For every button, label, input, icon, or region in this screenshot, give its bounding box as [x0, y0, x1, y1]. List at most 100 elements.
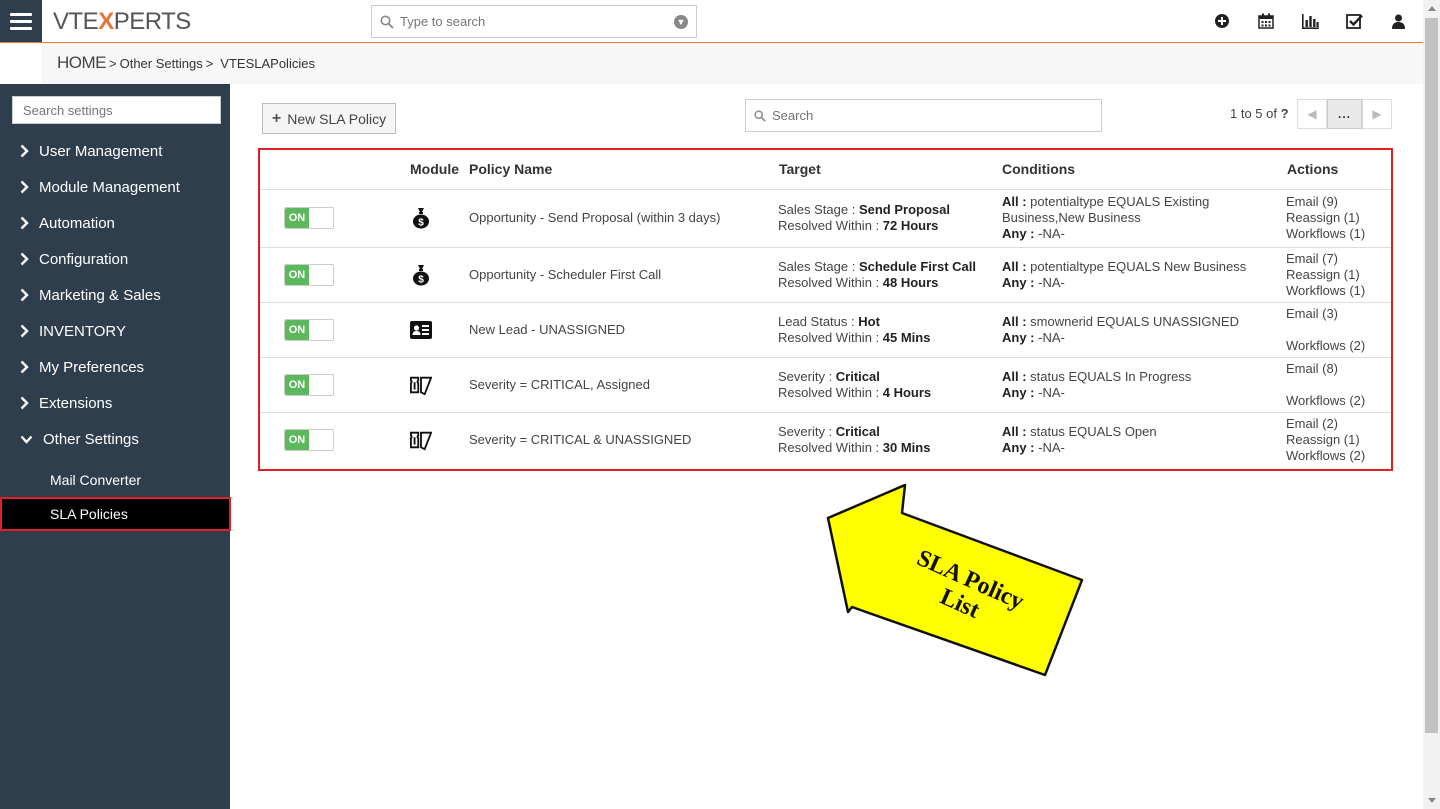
policy-target: Sales Stage : Schedule First Call Resolve…: [774, 247, 1000, 303]
sidebar-item-label: Marketing & Sales: [39, 286, 161, 304]
plus-icon: +: [271, 109, 282, 127]
page-jump-button[interactable]: ...: [1327, 99, 1362, 129]
status-toggle[interactable]: ON: [284, 373, 334, 396]
workflows-action-link[interactable]: Workflows (1): [1286, 283, 1391, 299]
chevron-right-icon: [20, 180, 30, 194]
sidebar-item-module-management[interactable]: Module Management: [0, 169, 230, 205]
settings-search-box[interactable]: [12, 96, 221, 124]
calendar-icon[interactable]: [1257, 12, 1275, 30]
sidebar-item-other-settings[interactable]: Other Settings: [0, 421, 230, 457]
policy-actions: Email (3) Workflows (2): [1282, 302, 1391, 358]
policy-target: Lead Status : Hot Resolved Within : 45 Mi…: [774, 302, 1000, 358]
sla-policy-list: Module Policy Name Target Conditions Act…: [258, 148, 1393, 471]
workflows-action-link[interactable]: Workflows (2): [1286, 393, 1391, 409]
email-action-link[interactable]: Email (7): [1286, 251, 1391, 267]
email-action-link[interactable]: Email (9): [1286, 194, 1391, 210]
checkbox-icon[interactable]: [1345, 12, 1363, 30]
sidebar-subitem-mail-converter[interactable]: Mail Converter: [0, 463, 230, 497]
hamburger-menu-icon[interactable]: [0, 0, 42, 42]
breadcrumb-home[interactable]: HOME: [57, 53, 107, 73]
chevron-right-icon: [20, 288, 30, 302]
table-row: ON New Lead - UNASSIGNED Lead Status : H…: [260, 302, 1391, 358]
sidebar-item-label: Configuration: [39, 250, 129, 268]
reassign-action-link[interactable]: Reassign (1): [1286, 432, 1391, 448]
search-icon: [380, 15, 394, 29]
column-header-module: Module: [410, 150, 469, 190]
sidebar-subitem-label: SLA Policies: [50, 506, 128, 522]
sidebar-item-label: Automation: [39, 214, 115, 232]
chevron-down-icon[interactable]: ▼: [674, 14, 688, 29]
new-sla-policy-button[interactable]: + New SLA Policy: [262, 103, 396, 134]
sidebar-item-label: Extensions: [39, 394, 113, 412]
policy-conditions: All : potentialtype EQUALS New Business A…: [1000, 247, 1282, 303]
status-toggle[interactable]: ON: [284, 428, 334, 451]
workflows-action-link[interactable]: Workflows (2): [1286, 448, 1391, 464]
list-search-box[interactable]: [745, 99, 1102, 132]
column-header-target: Target: [774, 150, 1000, 190]
workflows-action-link[interactable]: Workflows (2): [1286, 338, 1391, 354]
breadcrumb-separator: >: [109, 56, 117, 71]
sidebar-item-user-management[interactable]: User Management: [0, 133, 230, 169]
scrollbar-thumb[interactable]: [1425, 18, 1438, 733]
reassign-action-link[interactable]: Reassign (1): [1286, 210, 1391, 226]
sidebar-subitem-sla-policies[interactable]: SLA Policies: [0, 497, 231, 531]
list-search-input[interactable]: [772, 108, 1093, 123]
policy-target: Severity : Critical Resolved Within : 4 H…: [774, 357, 1000, 413]
table-row: ON $ Opportunity - Scheduler First Call …: [260, 247, 1391, 303]
table-row: ON $ Opportunity - Send Proposal (within…: [260, 189, 1391, 248]
money-bag-icon: $: [410, 264, 432, 286]
column-header-status: [260, 150, 410, 190]
callout-arrow: SLA Policy List: [826, 483, 1084, 677]
chevron-right-icon: [20, 360, 30, 374]
app-logo[interactable]: VTEXPERTS: [53, 8, 191, 36]
sidebar-item-automation[interactable]: Automation: [0, 205, 230, 241]
breadcrumb-bar: HOME > Other Settings > VTESLAPolicies: [0, 43, 1423, 84]
global-search-input[interactable]: [400, 14, 674, 29]
policy-conditions: All : smownerid EQUALS UNASSIGNED Any : -…: [1000, 302, 1282, 358]
sidebar-item-inventory[interactable]: INVENTORY: [0, 313, 230, 349]
chevron-down-icon: [20, 432, 34, 446]
status-toggle[interactable]: ON: [284, 207, 334, 229]
chart-icon[interactable]: [1301, 12, 1319, 30]
policy-name[interactable]: Severity = CRITICAL, Assigned: [469, 357, 774, 413]
top-navbar: VTEXPERTS ▼: [0, 0, 1423, 43]
policy-target: Sales Stage : Send Proposal Resolved With…: [774, 189, 1000, 248]
email-action-link[interactable]: Email (3): [1286, 306, 1391, 322]
policy-name[interactable]: New Lead - UNASSIGNED: [469, 302, 774, 358]
policy-actions: Email (7) Reassign (1) Workflows (1): [1282, 247, 1391, 303]
workflows-action-link[interactable]: Workflows (1): [1286, 226, 1391, 242]
status-toggle[interactable]: ON: [284, 318, 334, 341]
table-header-row: Module Policy Name Target Conditions Act…: [260, 150, 1391, 190]
policy-name[interactable]: Severity = CRITICAL & UNASSIGNED: [469, 412, 774, 467]
table-row: ON Severity = CRITICAL & UNASSIGNED Seve…: [260, 412, 1391, 467]
policy-actions: Email (8) Workflows (2): [1282, 357, 1391, 413]
policy-name[interactable]: Opportunity - Scheduler First Call: [469, 247, 774, 303]
breadcrumb-other-settings[interactable]: Other Settings: [120, 56, 203, 71]
email-action-link[interactable]: Email (2): [1286, 416, 1391, 432]
sidebar-item-my-preferences[interactable]: My Preferences: [0, 349, 230, 385]
global-search-box[interactable]: ▼: [371, 5, 697, 38]
plus-circle-icon[interactable]: [1213, 12, 1231, 30]
breadcrumb-current: VTESLAPolicies: [220, 56, 315, 71]
sidebar-item-label: Other Settings: [43, 430, 139, 448]
sidebar-item-label: Module Management: [39, 178, 180, 196]
search-icon: [754, 109, 766, 122]
policy-name[interactable]: Opportunity - Send Proposal (within 3 da…: [469, 189, 774, 248]
previous-page-icon[interactable]: ◀: [1297, 99, 1327, 129]
settings-search-input[interactable]: [23, 102, 210, 118]
scroll-up-icon[interactable]: [1423, 0, 1440, 17]
chevron-right-icon: [20, 252, 30, 266]
sidebar-item-configuration[interactable]: Configuration: [0, 241, 230, 277]
reassign-action-link[interactable]: Reassign (1): [1286, 267, 1391, 283]
pagination: ◀ ... ▶: [1297, 99, 1392, 129]
sidebar-item-label: My Preferences: [39, 358, 145, 376]
column-header-actions: Actions: [1282, 150, 1391, 190]
status-toggle[interactable]: ON: [284, 263, 334, 286]
sidebar-item-marketing-sales[interactable]: Marketing & Sales: [0, 277, 230, 313]
scroll-down-icon[interactable]: [1423, 792, 1440, 809]
user-icon[interactable]: [1389, 12, 1407, 30]
email-action-link[interactable]: Email (8): [1286, 361, 1391, 377]
sidebar-item-extensions[interactable]: Extensions: [0, 385, 230, 421]
breadcrumb: HOME > Other Settings > VTESLAPolicies: [57, 53, 315, 73]
next-page-icon[interactable]: ▶: [1362, 99, 1392, 129]
